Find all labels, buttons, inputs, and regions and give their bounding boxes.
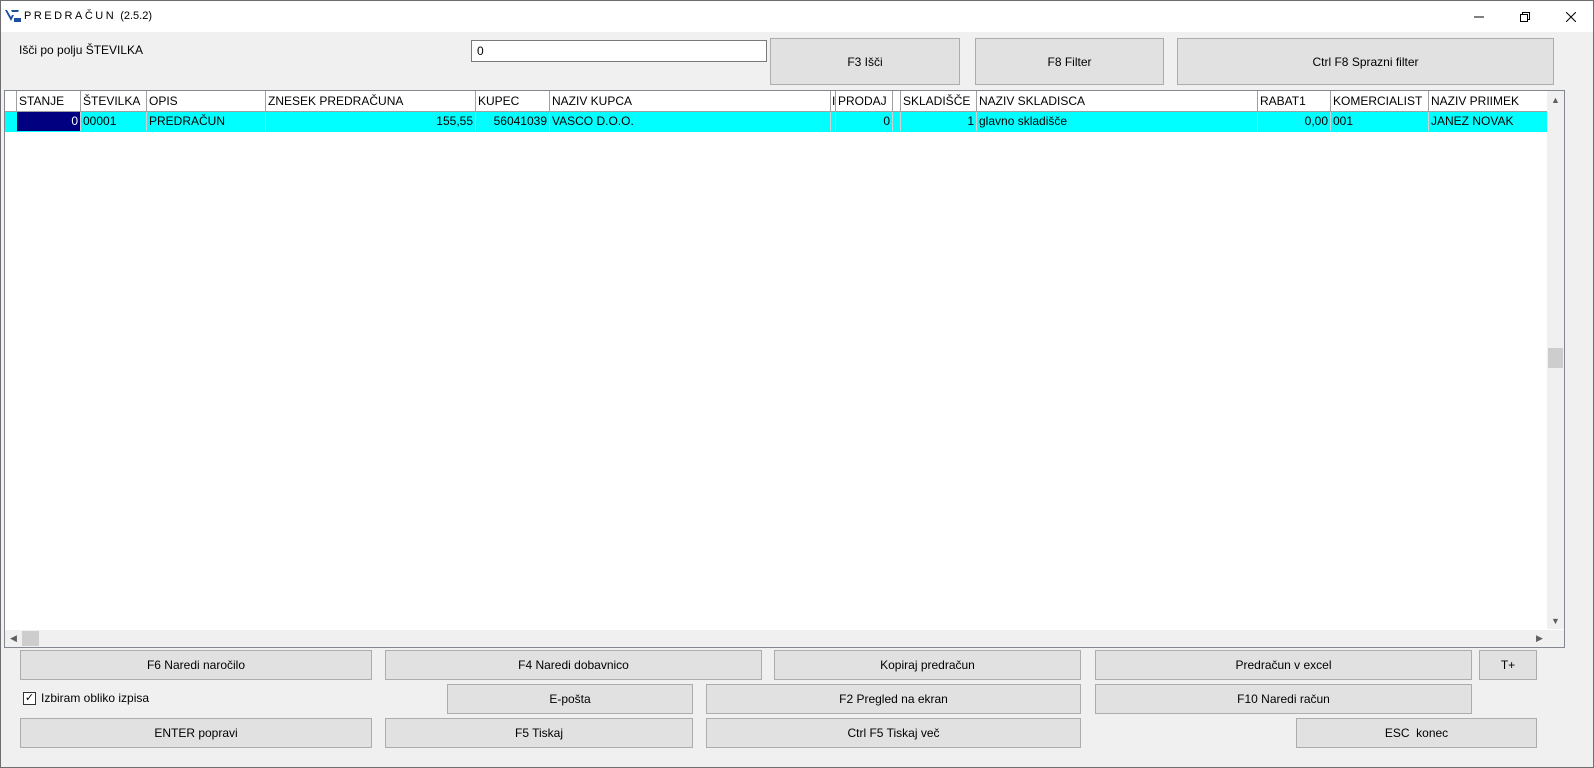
cell-naziv-priimek[interactable]: JANEZ NOVAK [1429,112,1548,131]
app-logo-icon [5,10,21,22]
clear-filter-button[interactable]: Ctrl F8 Sprazni filter [1177,38,1554,85]
vertical-scroll-thumb[interactable] [1548,348,1563,368]
minimize-icon [1474,16,1484,17]
choose-format-checkbox[interactable]: ✓ [23,691,36,705]
choose-format-label: Izbiram obliko izpisa [41,691,150,705]
search-button[interactable]: F3 Išči [770,38,960,85]
cell-komercialist[interactable]: 001 [1331,112,1429,131]
cell-znesek[interactable]: 155,55 [266,112,476,131]
header-rabat1[interactable]: RABAT1 [1258,91,1331,111]
header-skladisce[interactable]: SKLADIŠČE [901,91,977,111]
filter-button[interactable]: F8 Filter [975,38,1164,85]
vertical-scrollbar[interactable]: ▲ ▼ [1547,91,1564,629]
header-prodaj[interactable]: PRODAJ [836,91,893,111]
cell-prodaj[interactable]: 0 [836,112,893,131]
header-naziv-kupca[interactable]: NAZIV KUPCA [550,91,831,111]
scroll-left-icon[interactable]: ◀ [5,630,22,647]
header-opis[interactable]: OPIS [147,91,266,111]
close-button[interactable] [1548,1,1594,32]
cell-stanje[interactable]: 0 [17,112,81,131]
print-more-button[interactable]: Ctrl F5 Tiskaj več [706,718,1081,748]
restore-icon [1520,11,1530,22]
header-stevilka[interactable]: ŠTEVILKA [81,91,147,111]
cell-opis[interactable]: PREDRAČUN [147,112,266,131]
cell-kupec[interactable]: 56041039 [476,112,550,131]
header-indicator [5,91,17,111]
cell-naziv-skladisca[interactable]: glavno skladišče [977,112,1258,131]
print-button[interactable]: F5 Tiskaj [385,718,693,748]
scrollbar-corner [1547,630,1564,647]
main-window: PREDRAČUN (2.5.2) Išči po polju ŠTEVILKA … [0,0,1594,768]
edit-button[interactable]: ENTER popravi [20,718,372,748]
scroll-up-icon[interactable]: ▲ [1547,91,1564,108]
header-komercialist[interactable]: KOMERCIALIST [1331,91,1429,111]
minimize-button[interactable] [1456,1,1502,32]
scroll-right-icon[interactable]: ▶ [1531,630,1548,647]
make-delivery-note-button[interactable]: F4 Naredi dobavnico [385,650,762,680]
grid-header: STANJE ŠTEVILKA OPIS ZNESEK PREDRAČUNA K… [5,91,1548,112]
header-naziv-priimek[interactable]: NAZIV PRIIMEK [1429,91,1548,111]
email-button[interactable]: E-pošta [447,684,693,714]
restore-button[interactable] [1502,1,1548,32]
scroll-down-icon[interactable]: ▼ [1547,612,1564,629]
cell-naziv-kupca[interactable]: VASCO D.O.O. [550,112,831,131]
table-row[interactable]: 0 00001 PREDRAČUN 155,55 56041039 VASCO … [5,112,1548,132]
preview-button[interactable]: F2 Pregled na ekran [706,684,1081,714]
window-title: PREDRAČUN (2.5.2) [24,10,152,22]
exit-button[interactable]: ESC konec [1296,718,1537,748]
horizontal-scrollbar[interactable]: ◀ ▶ [5,630,1548,647]
export-excel-button[interactable]: Predračun v excel [1095,650,1472,680]
copy-estimate-button[interactable]: Kopiraj predračun [774,650,1081,680]
header-naziv-skladisca[interactable]: NAZIV SKLADISCA [977,91,1258,111]
cell-skladisce[interactable]: 1 [901,112,977,131]
header-kupec[interactable]: KUPEC [476,91,550,111]
cell-empty[interactable] [893,112,901,131]
t-plus-button[interactable]: T+ [1479,650,1537,680]
cell-rabat1[interactable]: 0,00 [1258,112,1331,131]
header-empty[interactable] [893,91,901,111]
close-icon [1566,11,1576,22]
header-stanje[interactable]: STANJE [17,91,81,111]
make-invoice-button[interactable]: F10 Naredi račun [1095,684,1472,714]
search-label: Išči po polju ŠTEVILKA [19,43,144,57]
make-order-button[interactable]: F6 Naredi naročilo [20,650,372,680]
data-grid[interactable]: STANJE ŠTEVILKA OPIS ZNESEK PREDRAČUNA K… [4,90,1565,648]
search-input[interactable] [471,40,767,62]
horizontal-scroll-thumb[interactable] [22,631,39,646]
choose-format-option[interactable]: ✓ Izbiram obliko izpisa [23,691,149,705]
cell-stevilka[interactable]: 00001 [81,112,147,131]
header-znesek[interactable]: ZNESEK PREDRAČUNA [266,91,476,111]
title-bar[interactable]: PREDRAČUN (2.5.2) [1,1,1593,32]
